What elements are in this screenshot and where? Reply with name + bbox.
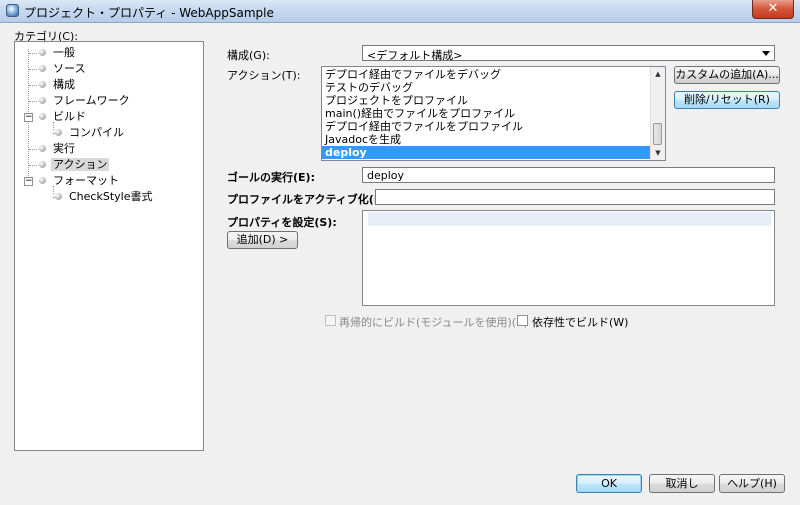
- list-item[interactable]: デプロイ経由でファイルをデバッグ: [322, 68, 652, 81]
- tree-item-frameworks[interactable]: フレームワーク: [29, 94, 130, 108]
- node-icon: [55, 193, 62, 200]
- list-item[interactable]: Javadocを生成: [322, 133, 652, 146]
- build-with-dependencies-checkbox[interactable]: [517, 315, 528, 326]
- app-icon: [6, 4, 19, 17]
- title-bar: プロジェクト・プロパティ - WebAppSample ✕: [0, 0, 800, 23]
- remove-reset-button[interactable]: 削除/リセット(R): [674, 91, 780, 109]
- properties-label: プロパティを設定(S):: [227, 216, 337, 229]
- node-icon: [39, 81, 46, 88]
- tree-item-actions[interactable]: アクション: [29, 158, 110, 172]
- close-icon: ✕: [767, 1, 779, 16]
- tree-item-configurations[interactable]: 構成: [29, 78, 75, 92]
- add-custom-button[interactable]: カスタムの追加(A)...: [674, 66, 780, 84]
- node-icon: [39, 97, 46, 104]
- profiles-input[interactable]: [375, 189, 775, 205]
- actions-label: アクション(T):: [227, 69, 301, 82]
- recursive-build-label: 再帰的にビルド(モジュールを使用)(B): [339, 316, 528, 329]
- node-icon: [39, 161, 46, 168]
- scroll-down-icon[interactable]: ▼: [651, 146, 665, 160]
- goal-value: deploy: [367, 169, 405, 182]
- add-property-button[interactable]: 追加(D) >: [227, 231, 298, 249]
- tree-item-formatting[interactable]: フォーマット: [39, 174, 119, 188]
- tree-item-run[interactable]: 実行: [29, 142, 75, 156]
- close-window-button[interactable]: ✕: [752, 0, 794, 19]
- scroll-up-icon[interactable]: ▲: [651, 67, 665, 81]
- node-icon: [39, 145, 46, 152]
- configuration-value: <デフォルト構成>: [367, 49, 463, 62]
- profiles-label: プロファイルをアクティブ化(P):: [227, 193, 392, 206]
- actions-list[interactable]: デプロイ経由でファイルをデバッグ テストのデバッグ プロジェクトをプロファイル …: [321, 66, 666, 161]
- actions-scrollbar[interactable]: ▲ ▼: [650, 67, 665, 160]
- recursive-build-checkbox[interactable]: [325, 315, 336, 326]
- tree-item-general[interactable]: 一般: [29, 46, 75, 60]
- list-item-selected[interactable]: deploy: [322, 146, 652, 159]
- ok-button[interactable]: OK: [576, 474, 642, 493]
- tree-item-build[interactable]: ビルド: [39, 110, 86, 124]
- scroll-thumb[interactable]: [653, 123, 662, 145]
- list-item[interactable]: デプロイ経由でファイルをプロファイル: [322, 120, 652, 133]
- goal-input[interactable]: deploy: [362, 167, 775, 183]
- collapse-icon[interactable]: −: [24, 177, 33, 186]
- goal-label: ゴールの実行(E):: [227, 171, 315, 184]
- configuration-label: 構成(G):: [227, 49, 270, 62]
- tree-item-checkstyle[interactable]: CheckStyle書式: [53, 190, 152, 204]
- collapse-icon[interactable]: −: [24, 113, 33, 122]
- node-icon: [39, 49, 46, 56]
- tree-item-sources[interactable]: ソース: [29, 62, 85, 76]
- node-icon: [39, 177, 46, 184]
- help-button[interactable]: ヘルプ(H): [719, 474, 785, 493]
- category-tree[interactable]: − − 一般 ソース 構成 フレームワーク ビルド コンパイル 実行 アクション…: [14, 41, 204, 451]
- list-item[interactable]: プロジェクトをプロファイル: [322, 94, 652, 107]
- configuration-combo[interactable]: <デフォルト構成>: [362, 45, 775, 62]
- build-with-dependencies-label: 依存性でビルド(W): [532, 316, 629, 329]
- node-icon: [55, 129, 62, 136]
- node-icon: [39, 65, 46, 72]
- list-item[interactable]: main()経由でファイルをプロファイル: [322, 107, 652, 120]
- node-icon: [39, 113, 46, 120]
- cancel-button[interactable]: 取消し: [649, 474, 715, 493]
- tree-item-compile[interactable]: コンパイル: [53, 126, 124, 140]
- properties-current-line: [368, 212, 771, 226]
- properties-textarea[interactable]: [362, 210, 775, 306]
- chevron-down-icon: [762, 51, 770, 56]
- window-title: プロジェクト・プロパティ - WebAppSample: [24, 6, 274, 20]
- list-item[interactable]: テストのデバッグ: [322, 81, 652, 94]
